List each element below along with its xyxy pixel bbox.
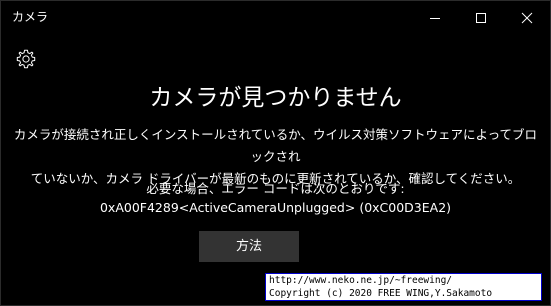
watermark-url: http://www.neko.ne.jp/~freewing/	[269, 275, 453, 286]
gear-icon	[16, 49, 36, 69]
error-code-label: 必要な場合、エラー コードは次のとおりです:	[146, 181, 405, 196]
close-button[interactable]	[504, 1, 550, 34]
maximize-button[interactable]	[458, 1, 504, 34]
how-to-button[interactable]: 方法	[199, 231, 299, 262]
minimize-icon	[430, 18, 440, 19]
app-title: カメラ	[12, 10, 49, 24]
close-icon	[521, 12, 533, 24]
title-bar[interactable]: カメラ	[1, 1, 550, 34]
error-message-line-1: カメラが接続され正しくインストールされているか、ウイルス対策ソフトウェアによって…	[13, 127, 538, 164]
maximize-icon	[476, 13, 486, 23]
error-heading: カメラが見つかりません	[149, 85, 402, 111]
copyright-watermark: http://www.neko.ne.jp/~freewing/ Copyrig…	[265, 273, 542, 301]
settings-button[interactable]	[15, 48, 37, 70]
camera-app-window: カメラ カメラが見つかりません カメラが接続され正しくインストールされているか、…	[0, 0, 551, 306]
minimize-button[interactable]	[412, 1, 458, 34]
watermark-copyright: Copyright (c) 2020 FREE WING,Y.Sakamoto	[269, 287, 493, 299]
error-code: 0xA00F4289<ActiveCameraUnplugged> (0xC00…	[99, 200, 452, 215]
